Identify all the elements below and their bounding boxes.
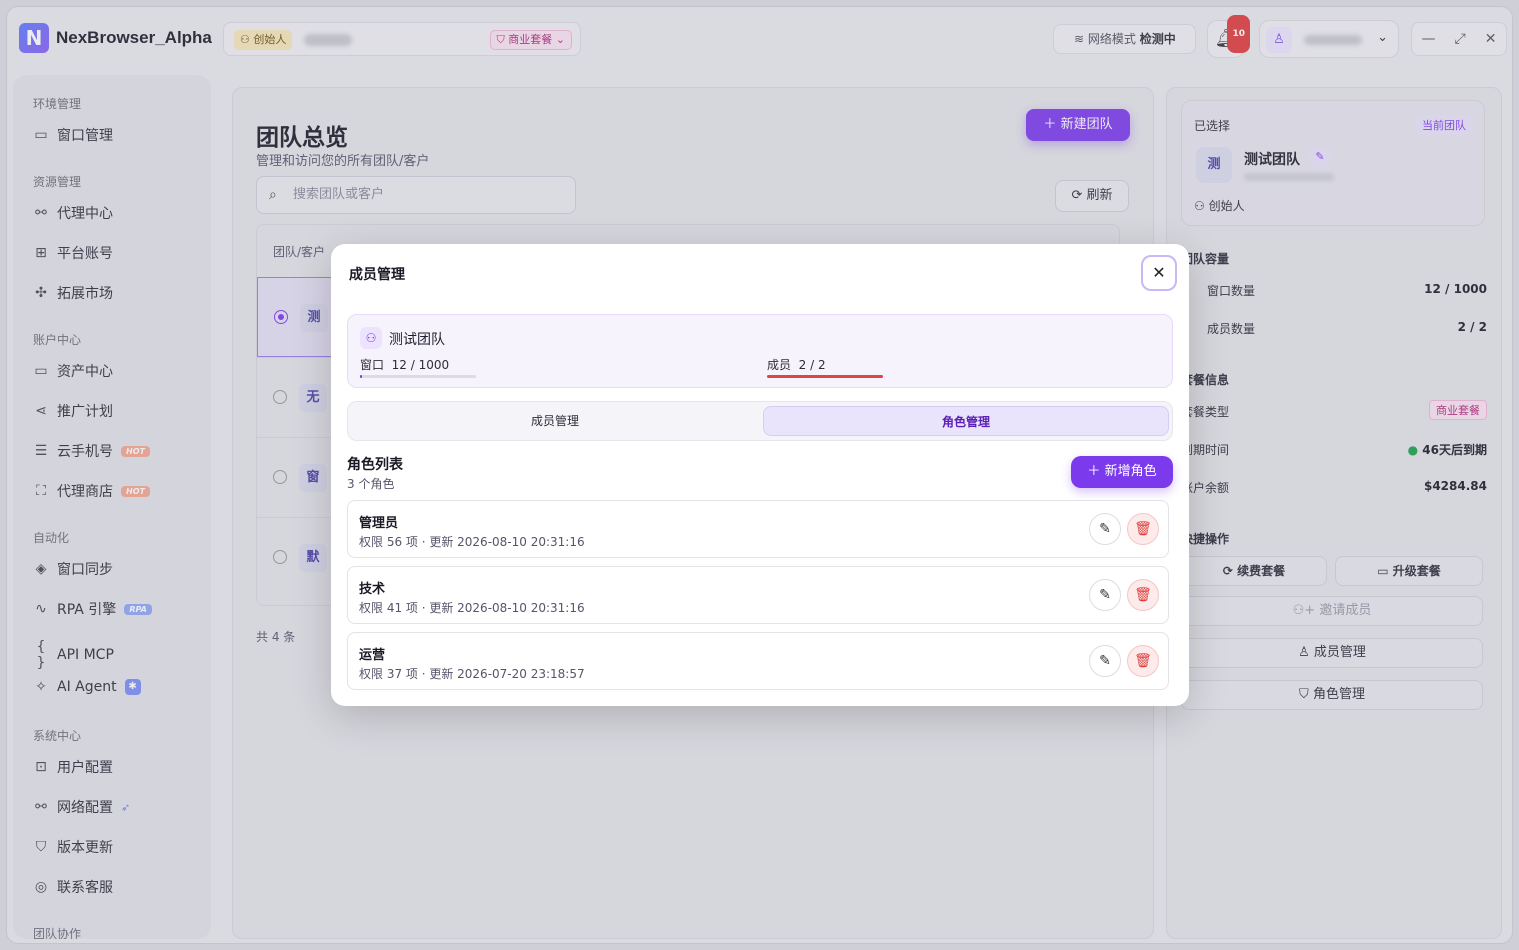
window-progress-fill xyxy=(360,375,363,378)
tab-role-management[interactable]: 角色管理 xyxy=(763,406,1169,436)
member-progress-fill xyxy=(767,375,883,378)
member-stat-value: 2 / 2 xyxy=(798,358,826,372)
list-item: 运营 权限 37 项 · 更新 2026-07-20 23:18:57 ✎ 🗑︎ xyxy=(347,632,1169,690)
modal-title: 成员管理 xyxy=(349,267,405,283)
trash-icon: 🗑︎ xyxy=(1134,587,1152,603)
window-stat: 窗口 12 / 1000 xyxy=(360,356,449,373)
team-icon: ⚇ xyxy=(360,327,382,349)
add-role-button[interactable]: ＋ 新增角色 xyxy=(1071,456,1173,488)
role-list-count: 3 个角色 xyxy=(347,477,395,491)
window-progress-bar xyxy=(360,375,476,378)
pencil-icon: ✎ xyxy=(1099,653,1111,669)
edit-role-button[interactable]: ✎ xyxy=(1089,579,1121,611)
modal-tabs: 成员管理 角色管理 xyxy=(347,401,1173,441)
role-meta: 权限 37 项 · 更新 2026-07-20 23:18:57 xyxy=(359,667,585,681)
pencil-icon: ✎ xyxy=(1099,521,1111,537)
delete-role-button[interactable]: 🗑︎ xyxy=(1127,513,1159,545)
role-meta: 权限 56 项 · 更新 2026-08-10 20:31:16 xyxy=(359,535,585,549)
modal-team-card: ⚇ 测试团队 窗口 12 / 1000 成员 2 / 2 xyxy=(347,314,1173,388)
list-item: 管理员 权限 56 项 · 更新 2026-08-10 20:31:16 ✎ 🗑… xyxy=(347,500,1169,558)
member-management-modal: 成员管理 ✕ ⚇ 测试团队 窗口 12 / 1000 成员 2 / 2 成员管理… xyxy=(331,244,1189,706)
delete-role-button[interactable]: 🗑︎ xyxy=(1127,645,1159,677)
tab-member-management[interactable]: 成员管理 xyxy=(352,406,758,436)
member-progress-bar xyxy=(767,375,883,378)
window-stat-label: 窗口 xyxy=(360,358,385,372)
role-meta: 权限 41 项 · 更新 2026-08-10 20:31:16 xyxy=(359,601,585,615)
edit-role-button[interactable]: ✎ xyxy=(1089,645,1121,677)
trash-icon: 🗑︎ xyxy=(1134,653,1152,669)
trash-icon: 🗑︎ xyxy=(1134,521,1152,537)
member-stat: 成员 2 / 2 xyxy=(767,356,826,373)
list-item: 技术 权限 41 项 · 更新 2026-08-10 20:31:16 ✎ 🗑︎ xyxy=(347,566,1169,624)
plus-icon: ＋ xyxy=(1087,464,1101,479)
role-name: 运营 xyxy=(359,648,386,663)
close-button[interactable]: ✕ xyxy=(1141,255,1177,291)
pencil-icon: ✎ xyxy=(1099,587,1111,603)
role-list-title: 角色列表 xyxy=(347,457,403,473)
add-role-button-label: 新增角色 xyxy=(1104,464,1157,479)
edit-role-button[interactable]: ✎ xyxy=(1089,513,1121,545)
window-stat-value: 12 / 1000 xyxy=(391,358,450,372)
modal-team-name: 测试团队 xyxy=(389,332,445,348)
delete-role-button[interactable]: 🗑︎ xyxy=(1127,579,1159,611)
close-icon: ✕ xyxy=(1152,263,1166,282)
member-stat-label: 成员 xyxy=(767,358,792,372)
role-name: 技术 xyxy=(359,582,386,597)
role-name: 管理员 xyxy=(359,516,399,531)
